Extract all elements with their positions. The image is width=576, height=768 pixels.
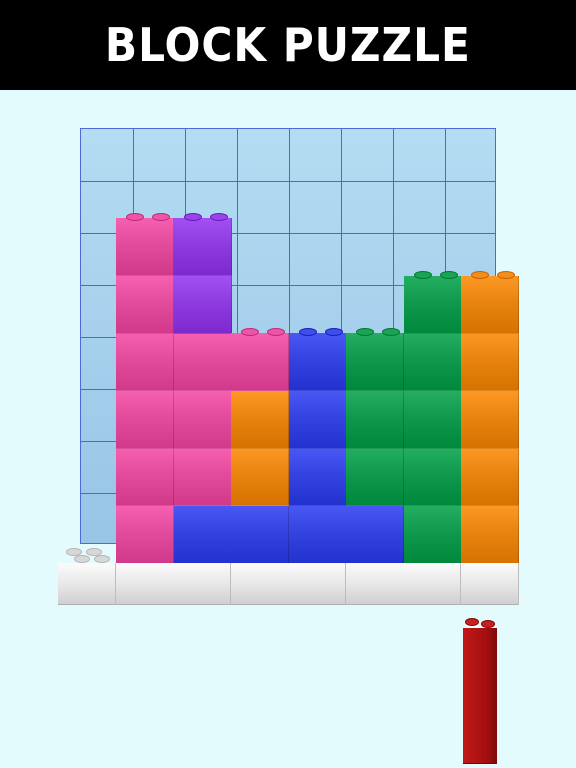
green-block [346, 333, 404, 391]
orange-block [231, 390, 289, 449]
base-stud [74, 555, 90, 563]
pink-block [173, 333, 232, 391]
pink-block [116, 390, 174, 449]
green-block [346, 448, 404, 506]
falling-piece-cell [463, 682, 497, 710]
base-brick [345, 563, 404, 605]
block-stud [471, 270, 489, 279]
block-stud [439, 270, 458, 279]
green-block [403, 505, 462, 564]
block-stud [152, 213, 170, 221]
falling-piece-stud [465, 618, 479, 626]
purple-block [173, 275, 232, 334]
base-brick [460, 563, 519, 605]
falling-piece-cell [463, 736, 497, 764]
pink-block [116, 275, 174, 334]
game-title: BLOCK PUZZLE [105, 18, 471, 72]
green-block [403, 390, 462, 449]
base-brick [403, 563, 461, 605]
pink-block [116, 505, 174, 564]
blue-block [173, 505, 232, 564]
block-stud [413, 270, 432, 279]
pink-block [116, 333, 174, 391]
purple-block [173, 218, 232, 276]
base-brick [288, 563, 346, 605]
green-block [403, 448, 462, 506]
falling-piece-stud [481, 620, 495, 628]
title-bar: BLOCK PUZZLE [0, 0, 576, 90]
block-stud [497, 270, 515, 279]
block-stud [324, 328, 343, 336]
orange-block [461, 505, 519, 564]
blue-block [288, 505, 347, 564]
block-stud [241, 328, 259, 336]
falling-piece-cell [463, 709, 497, 737]
falling-piece-cell [463, 628, 497, 656]
orange-block [461, 275, 519, 334]
block-stud [126, 213, 144, 221]
block-stud [298, 328, 317, 336]
blue-block [288, 448, 347, 506]
orange-block [461, 333, 519, 391]
pink-block [116, 218, 174, 276]
blue-block [288, 333, 347, 391]
pink-block [116, 448, 174, 506]
green-block [403, 333, 462, 391]
block-stud [382, 328, 400, 336]
orange-block [461, 448, 519, 506]
pink-block [173, 448, 232, 506]
block-stud [183, 213, 202, 221]
green-block [403, 275, 462, 334]
base-brick [230, 563, 289, 605]
base-brick [58, 563, 116, 605]
blue-block [288, 390, 347, 449]
base-stud [94, 555, 110, 563]
base-brick [173, 563, 231, 605]
block-stud [209, 213, 228, 221]
blue-block [346, 505, 404, 564]
orange-block [231, 448, 289, 506]
pink-block [173, 390, 232, 449]
grid-line [81, 181, 495, 182]
falling-piece-cell [463, 655, 497, 683]
pink-block [231, 333, 289, 391]
blue-block [231, 505, 289, 564]
base-brick [115, 563, 174, 605]
green-block [346, 390, 404, 449]
orange-block [461, 390, 519, 449]
block-stud [267, 328, 285, 336]
block-stud [356, 328, 374, 336]
